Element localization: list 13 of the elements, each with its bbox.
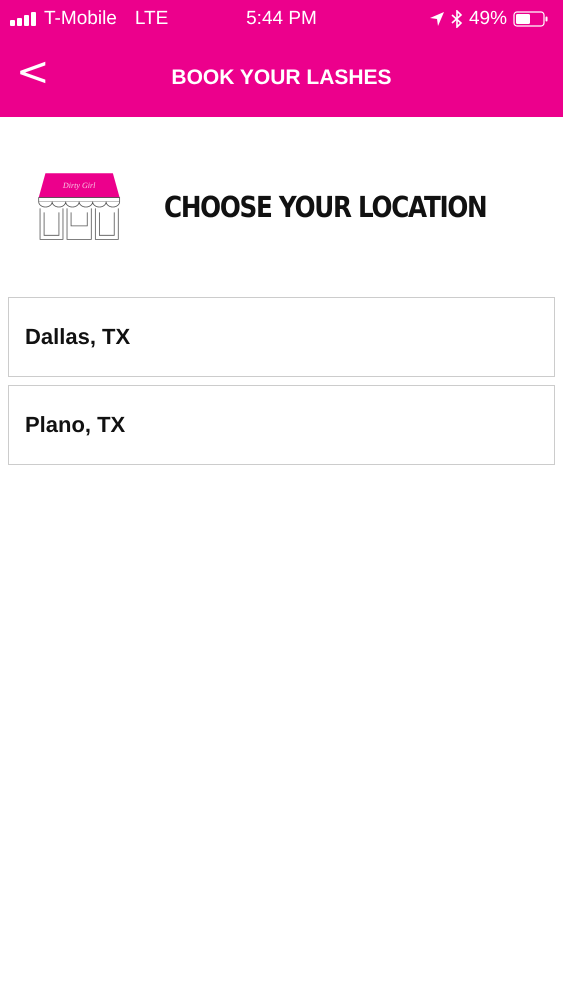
- network-type: LTE: [134, 8, 168, 30]
- carrier-name: T-Mobile: [44, 8, 117, 30]
- battery-icon: [513, 11, 549, 27]
- bluetooth-icon: [450, 10, 463, 28]
- battery-percentage: 49%: [468, 8, 507, 30]
- screen-title: BOOK YOUR LASHES: [171, 66, 392, 90]
- signal-icon: [10, 12, 38, 26]
- back-button[interactable]: <: [10, 52, 56, 92]
- location-item[interactable]: Plano, TX: [8, 385, 555, 465]
- location-item[interactable]: Dallas, TX: [8, 297, 555, 377]
- section-heading: CHOOSE YOUR LOCATION: [164, 190, 486, 224]
- clock-time: 5:44 PM: [246, 8, 317, 30]
- location-arrow-icon: [428, 11, 445, 27]
